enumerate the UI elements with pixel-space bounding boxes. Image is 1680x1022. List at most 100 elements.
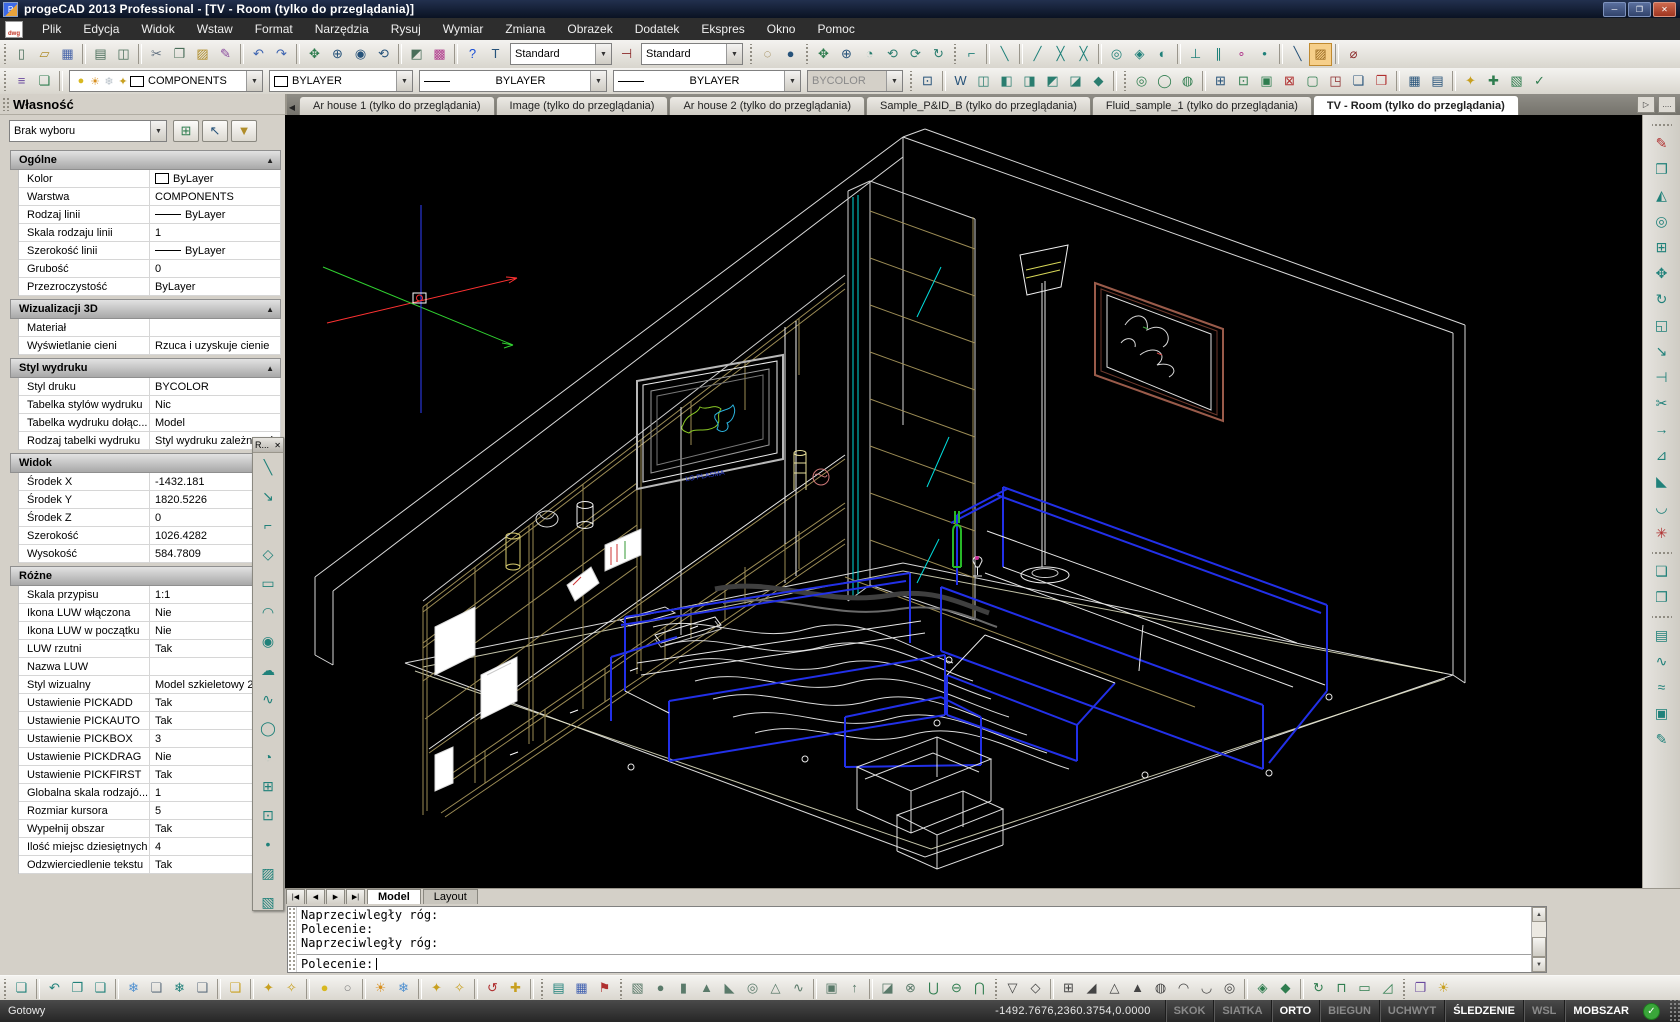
section-header[interactable]: Różne▲	[10, 566, 281, 586]
zoom-realtime-icon[interactable]: ⊕	[326, 43, 349, 66]
calendar-icon[interactable]: ▦	[570, 977, 593, 1000]
lights-icon[interactable]: ☀	[1432, 977, 1455, 1000]
lineweight-combo[interactable]: BYLAYER ▼	[613, 70, 801, 92]
collapse-arrow-icon[interactable]: ▲	[266, 156, 274, 165]
rotate-z-icon[interactable]: ↻	[927, 43, 950, 66]
format-painter-icon[interactable]: ✎	[214, 43, 237, 66]
tall-bookcase[interactable]	[848, 181, 975, 620]
section-header[interactable]: Styl wydruku▲	[10, 358, 281, 378]
snap-clear-icon[interactable]: ⌀	[1342, 43, 1365, 66]
ellipse-icon[interactable]: ◯	[255, 714, 281, 743]
menu-narzędzia[interactable]: Narzędzia	[304, 18, 380, 40]
pan-realtime-icon[interactable]: ✥	[812, 43, 835, 66]
command-grip[interactable]	[288, 907, 297, 972]
layer-previous-icon[interactable]: ≡	[10, 70, 33, 93]
chevron-down-icon[interactable]: ▼	[726, 44, 742, 64]
document-tab[interactable]: Sample_P&ID_B (tylko do przeglądania)	[866, 96, 1091, 115]
sofa-right[interactable]	[941, 487, 1332, 778]
select-objects-button[interactable]: ↖	[202, 120, 228, 142]
base-point-icon[interactable]: ◳	[1324, 70, 1347, 93]
close-icon[interactable]: ✕	[274, 441, 281, 450]
toggle-wsl[interactable]: WSL	[1523, 1000, 1564, 1022]
mesh-sphere-icon[interactable]: ◍	[1149, 977, 1172, 1000]
layer-restore-icon[interactable]: ↺	[481, 977, 504, 1000]
layer-freeze-icon[interactable]: ❄	[122, 977, 145, 1000]
view-right-icon[interactable]: ◩	[1041, 70, 1064, 93]
cut-icon[interactable]: ✂	[145, 43, 168, 66]
undo-icon[interactable]: ↶	[247, 43, 270, 66]
snap-node-icon[interactable]: •	[1253, 43, 1276, 66]
resize-grip[interactable]	[1668, 1000, 1680, 1022]
snap-perpendicular-icon[interactable]: ⊥	[1184, 43, 1207, 66]
copy-icon[interactable]: ❐	[1649, 157, 1675, 183]
floor-lamp[interactable]	[1020, 245, 1069, 583]
snap-quadrant-icon[interactable]: ◈	[1128, 43, 1151, 66]
array-icon[interactable]: ⊞	[1649, 235, 1675, 261]
layer-unlock-icon[interactable]: ✧	[280, 977, 303, 1000]
stretch-icon[interactable]: ↘	[1649, 339, 1675, 365]
break-icon[interactable]: ⊿	[1649, 443, 1675, 469]
tabsurf-icon[interactable]: ⊓	[1330, 977, 1353, 1000]
rotate-icon[interactable]: ↻	[1649, 287, 1675, 313]
snap-none-icon[interactable]: ▨	[1309, 43, 1332, 66]
scroll-down-icon[interactable]: ▼	[1532, 957, 1546, 972]
linetype-combo[interactable]: BYLAYER ▼	[419, 70, 607, 92]
snap-from-icon[interactable]: ⌐	[960, 43, 983, 66]
dim-style-icon[interactable]: ⊣	[615, 43, 638, 66]
wblock-icon[interactable]: ▢	[1301, 70, 1324, 93]
revision-cloud-icon[interactable]: ☁	[255, 656, 281, 685]
boundary-icon[interactable]: ◯	[1153, 70, 1176, 93]
mesh-wedge-icon[interactable]: ◢	[1080, 977, 1103, 1000]
command-history[interactable]: Naprzeciwległy róg:Polecenie:Naprzeciwle…	[297, 907, 1531, 954]
snap-center-icon[interactable]: ◎	[1105, 43, 1128, 66]
block-edit-icon[interactable]: ▣	[1255, 70, 1278, 93]
layer-merge-icon[interactable]: ✚	[504, 977, 527, 1000]
menu-ekspres[interactable]: Ekspres	[690, 18, 755, 40]
chevron-down-icon[interactable]: ▼	[590, 71, 606, 91]
edit-attribute-icon[interactable]: ▣	[1649, 701, 1675, 727]
recover-icon[interactable]: ▧	[1505, 70, 1528, 93]
edit-spline-icon[interactable]: ≈	[1649, 675, 1675, 701]
collapse-arrow-icon[interactable]: ▲	[266, 364, 274, 373]
xref-attach-icon[interactable]: ❏	[1347, 70, 1370, 93]
mesh-cone-icon[interactable]: ▲	[1126, 977, 1149, 1000]
intersect-icon[interactable]: ⋂	[968, 977, 991, 1000]
mesh-pyramid-icon[interactable]: △	[1103, 977, 1126, 1000]
menu-obrazek[interactable]: Obrazek	[556, 18, 623, 40]
property-value[interactable]: COMPONENTS	[150, 188, 280, 205]
layout-nav-button[interactable]: ◀	[306, 889, 325, 905]
layout-nav-button[interactable]: ▶|	[346, 889, 365, 905]
layer-lock2-icon[interactable]: ✦	[425, 977, 448, 1000]
extend-icon[interactable]: →	[1649, 417, 1675, 443]
explode-icon[interactable]: ✳	[1649, 521, 1675, 547]
edit-polyline-icon[interactable]: ∿	[1649, 649, 1675, 675]
view-iso-icon[interactable]: ◆	[1087, 70, 1110, 93]
coffee-table[interactable]	[857, 737, 991, 833]
menu-okno[interactable]: Okno	[756, 18, 807, 40]
mesh-icon[interactable]: ◈	[1251, 977, 1274, 1000]
solid-pyramid-icon[interactable]: △	[764, 977, 787, 1000]
image-attach-icon[interactable]: ▦	[1403, 70, 1426, 93]
subtract-icon[interactable]: ⊖	[945, 977, 968, 1000]
extrude-icon[interactable]: ↑	[843, 977, 866, 1000]
layer-walk-icon[interactable]: ❐	[66, 977, 89, 1000]
layer-off-icon[interactable]: ❏	[145, 977, 168, 1000]
circle-icon[interactable]: ◉	[255, 627, 281, 656]
arc-icon[interactable]: ◠	[255, 598, 281, 627]
rotate-x-icon[interactable]: ⟲	[881, 43, 904, 66]
snap-nearest-icon[interactable]: ╲	[1286, 43, 1309, 66]
minimize-button[interactable]: ─	[1603, 2, 1626, 17]
render-settings-icon[interactable]: ❐	[1409, 977, 1432, 1000]
property-value[interactable]	[150, 319, 280, 336]
move-icon[interactable]: ✥	[1649, 261, 1675, 287]
lengthen-icon[interactable]: ⊣	[1649, 365, 1675, 391]
check-icon[interactable]: ✓	[1528, 70, 1551, 93]
donut-icon[interactable]: ◍	[1176, 70, 1199, 93]
layer-on-all-icon[interactable]: ❏	[224, 977, 247, 1000]
trim-icon[interactable]: ✂	[1649, 391, 1675, 417]
solid-torus-icon[interactable]: ◎	[741, 977, 764, 1000]
solid-cone-icon[interactable]: ▲	[695, 977, 718, 1000]
layer-on-icon[interactable]: ●	[74, 75, 88, 87]
polysolid-icon[interactable]: ▣	[820, 977, 843, 1000]
block-insert-icon[interactable]: ⊞	[1209, 70, 1232, 93]
